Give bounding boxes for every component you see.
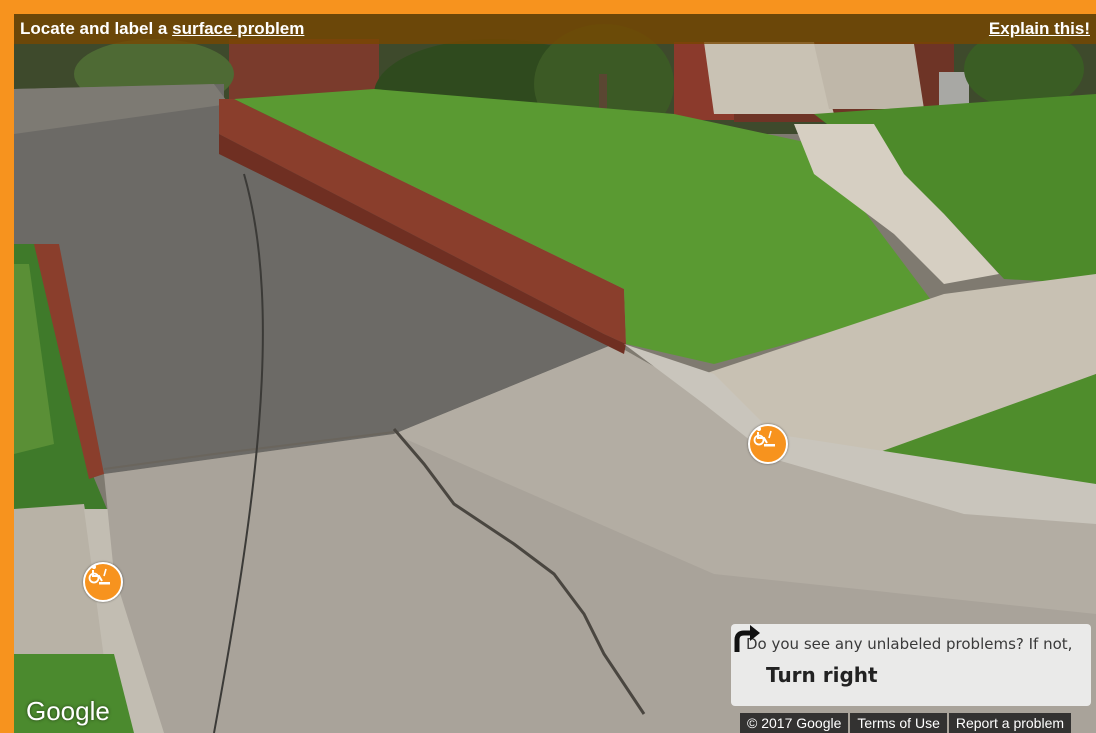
wheelchair-surface-icon — [753, 427, 775, 447]
copyright-text: © 2017 Google — [740, 713, 849, 733]
turn-right-label: Turn right — [766, 663, 878, 687]
turn-right-button[interactable]: Turn right — [734, 625, 1077, 687]
terms-of-use-link[interactable]: Terms of Use — [850, 713, 947, 733]
viewer-frame: Locate and label a surface problem Expla… — [0, 0, 1096, 733]
wheelchair-surface-icon — [88, 565, 110, 585]
turn-right-arrow-icon — [734, 625, 760, 652]
explain-this-link[interactable]: Explain this! — [989, 19, 1090, 39]
task-title-prefix: Locate and label a — [20, 19, 173, 38]
map-footer: © 2017 Google Terms of Use Report a prob… — [738, 713, 1072, 733]
prompt-question: Do you see any unlabeled problems? If no… — [746, 635, 1073, 653]
task-title: Locate and label a surface problem — [20, 19, 304, 39]
surface-problem-link[interactable]: surface problem — [172, 19, 304, 38]
surface-problem-marker[interactable] — [748, 424, 788, 464]
navigation-prompt: Do you see any unlabeled problems? If no… — [731, 624, 1091, 706]
report-problem-link[interactable]: Report a problem — [948, 713, 1072, 733]
google-logo: Google — [26, 696, 110, 726]
street-view-panorama[interactable]: Locate and label a surface problem Expla… — [14, 14, 1096, 733]
surface-problem-marker[interactable] — [83, 562, 123, 602]
task-bar: Locate and label a surface problem Expla… — [14, 14, 1096, 44]
